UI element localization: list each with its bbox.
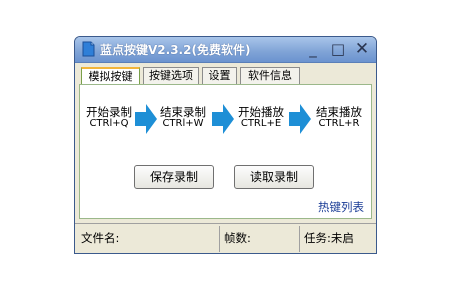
arrow-right-icon: [289, 104, 311, 134]
flow-step-hotkey: CTRL+E: [240, 118, 282, 129]
simulate-keys-panel: 开始录制 CTRl+Q 结束录制 CTRl+W 开始播放 CTRL+E 结束播放…: [79, 84, 372, 219]
app-window: 蓝点按键V2.3.2(免费软件) _ □ ✕ 模拟按键 按键选项 设置 软件信息…: [74, 36, 377, 254]
arrow-right-icon: [135, 104, 157, 134]
status-divider: [219, 226, 220, 252]
tab-key-options[interactable]: 按键选项: [143, 67, 199, 84]
status-frames: 帧数:: [224, 231, 251, 245]
save-recording-button[interactable]: 保存录制: [134, 165, 214, 189]
flow-step-start-record: 开始录制 CTRl+Q: [86, 106, 132, 130]
status-filename: 文件名:: [81, 231, 120, 245]
status-task: 任务:未启: [304, 231, 354, 245]
tab-settings[interactable]: 设置: [202, 67, 237, 84]
title-bar[interactable]: 蓝点按键V2.3.2(免费软件) _ □ ✕: [75, 37, 376, 63]
flow-step-stop-record: 结束录制 CTRl+W: [160, 106, 206, 130]
tab-simulate-keys[interactable]: 模拟按键: [81, 67, 140, 85]
load-recording-button[interactable]: 读取录制: [234, 165, 314, 189]
flow-step-label: 开始录制: [86, 105, 132, 119]
minimize-icon[interactable]: _: [304, 40, 322, 58]
tab-software-info[interactable]: 软件信息: [240, 67, 300, 84]
flow-step-hotkey: CTRl+Q: [89, 118, 129, 129]
flow-step-start-play: 开始播放 CTRL+E: [238, 106, 284, 130]
flow-step-label: 开始播放: [238, 105, 284, 119]
status-divider: [299, 226, 300, 252]
arrow-right-icon: [212, 104, 234, 134]
close-icon[interactable]: ✕: [353, 40, 371, 58]
flow-step-label: 结束播放: [316, 105, 362, 119]
app-document-icon: [82, 41, 95, 57]
flow-step-stop-play: 结束播放 CTRL+R: [316, 106, 362, 130]
flow-step-label: 结束录制: [160, 105, 206, 119]
status-bar: 文件名: 帧数: 任务:未启: [75, 223, 376, 253]
maximize-icon[interactable]: □: [329, 40, 347, 58]
window-title: 蓝点按键V2.3.2(免费软件): [100, 43, 251, 57]
flow-step-hotkey: CTRL+R: [318, 118, 360, 129]
flow-step-hotkey: CTRl+W: [162, 118, 204, 129]
hotkey-list-link[interactable]: 热键列表: [318, 199, 364, 215]
